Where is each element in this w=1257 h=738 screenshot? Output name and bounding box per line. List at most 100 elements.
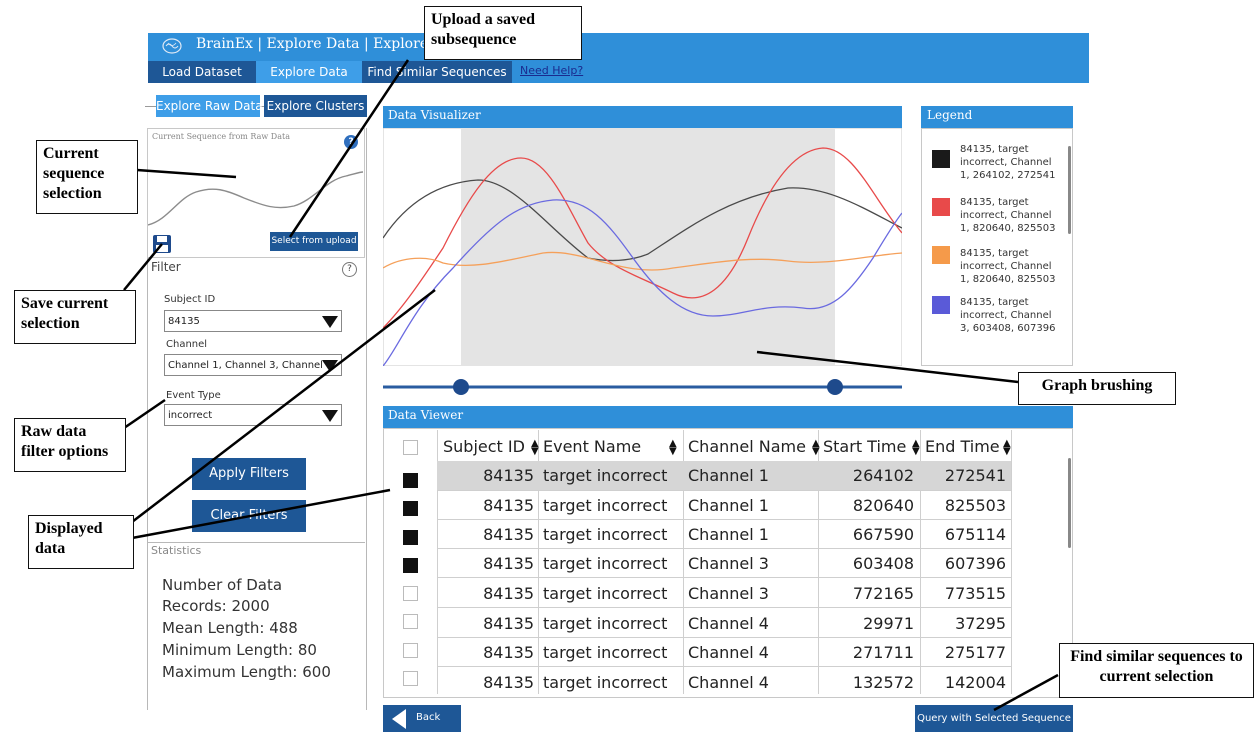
row-checkbox[interactable] <box>403 473 418 488</box>
nav-load-dataset[interactable]: Load Dataset <box>148 61 256 83</box>
legend-swatch <box>932 296 950 314</box>
sort-icon[interactable]: ▲ ▼ <box>912 439 920 457</box>
legend-item-text: 84135, target incorrect, Channel 1, 2641… <box>960 144 1056 181</box>
cell-start-time: 264102 <box>852 466 914 485</box>
row-divider <box>437 577 1011 578</box>
nav-find-similar[interactable]: Find Similar Sequences <box>362 61 512 83</box>
event-type-select[interactable]: incorrect <box>164 404 342 426</box>
cell-channel-name: Channel 3 <box>688 554 769 573</box>
brush-handle-left <box>453 379 469 395</box>
cell-event-name: target incorrect <box>543 554 668 573</box>
brush-selection-area <box>461 128 835 366</box>
row-checkbox[interactable] <box>403 586 418 601</box>
cell-end-time: 142004 <box>944 673 1006 692</box>
select-all-checkbox[interactable] <box>403 440 418 455</box>
row-checkbox[interactable] <box>403 614 418 629</box>
floppy-disk-icon[interactable] <box>152 234 172 254</box>
annotation-graph-brushing: Graph brushing <box>1018 372 1176 405</box>
cell-end-time: 275177 <box>944 643 1006 662</box>
channel-select[interactable]: Channel 1, Channel 3, Channel 4 <box>164 354 342 376</box>
app-title: BrainEx | Explore Data | Explore R <box>196 36 444 52</box>
cell-start-time: 271711 <box>852 643 914 662</box>
channel-label: Channel <box>166 339 208 350</box>
subject-id-select[interactable]: 84135 <box>164 310 342 332</box>
cell-channel-name: Channel 1 <box>688 496 769 515</box>
stat-line: Mean Length: 488 <box>162 619 298 637</box>
sequence-help-icon[interactable]: ? <box>344 135 358 149</box>
sort-icon[interactable]: ▲ ▼ <box>1003 439 1011 457</box>
brush-handle-right <box>827 379 843 395</box>
legend-item-text: 84135, target incorrect, Channel 1, 8206… <box>960 248 1056 285</box>
stat-line: Records: 2000 <box>162 597 270 615</box>
column-header-event-name[interactable]: Event Name <box>543 437 641 456</box>
cell-end-time: 825503 <box>944 496 1006 515</box>
subject-id-label: Subject ID <box>164 294 216 305</box>
legend-swatch <box>932 150 950 168</box>
row-divider <box>437 490 1011 491</box>
cell-end-time: 607396 <box>944 554 1006 573</box>
cell-subject-id: 84135 <box>483 643 534 662</box>
cell-start-time: 29971 <box>863 614 914 633</box>
stats-divider <box>147 542 365 543</box>
row-divider <box>437 607 1011 608</box>
column-header-end-time[interactable]: End Time <box>925 437 1000 456</box>
cell-channel-name: Channel 4 <box>688 614 769 633</box>
visualizer-title: Data Visualizer <box>388 108 481 122</box>
stat-line: Maximum Length: 600 <box>162 663 331 681</box>
data-viewer-header <box>383 406 1073 428</box>
tab-explore-clusters[interactable]: Explore Clusters <box>264 95 367 117</box>
stat-line: Number of Data <box>162 576 283 594</box>
sort-icon[interactable]: ▲ ▼ <box>531 439 539 457</box>
statistics-title: Statistics <box>151 544 202 557</box>
query-selected-sequence-button[interactable]: Query with Selected Sequence <box>915 705 1073 732</box>
cell-end-time: 773515 <box>944 584 1006 603</box>
annotation-upload: Upload a saved subsequence <box>424 6 582 60</box>
select-from-upload-button[interactable]: Select from upload <box>270 232 358 251</box>
cell-subject-id: 84135 <box>483 614 534 633</box>
cell-start-time: 603408 <box>852 554 914 573</box>
sort-icon[interactable]: ▲ ▼ <box>812 439 820 457</box>
annotation-save-selection: Save current selection <box>14 290 136 344</box>
column-header-subject-id[interactable]: Subject ID <box>443 437 525 456</box>
row-checkbox[interactable] <box>403 671 418 686</box>
row-divider <box>437 519 1011 520</box>
column-header-start-time[interactable]: Start Time <box>823 437 906 456</box>
legend-swatch <box>932 246 950 264</box>
tab-explore-raw-data[interactable]: Explore Raw Data <box>156 95 263 117</box>
row-checkbox[interactable] <box>403 558 418 573</box>
cell-subject-id: 84135 <box>483 496 534 515</box>
nav-explore-data[interactable]: Explore Data <box>256 61 362 83</box>
annotation-find-similar: Find similar sequences to current select… <box>1059 643 1254 698</box>
cell-channel-name: Channel 1 <box>688 525 769 544</box>
back-arrow-icon <box>392 709 406 729</box>
column-header-channel-name[interactable]: Channel Name <box>688 437 806 456</box>
apply-filters-button[interactable]: Apply Filters <box>192 458 306 490</box>
cell-subject-id: 84135 <box>483 554 534 573</box>
cell-event-name: target incorrect <box>543 643 668 662</box>
filter-title: Filter <box>151 260 181 274</box>
cell-event-name: target incorrect <box>543 525 668 544</box>
cell-channel-name: Channel 4 <box>688 643 769 662</box>
legend-scrollbar[interactable] <box>1068 146 1071 234</box>
cell-event-name: target incorrect <box>543 496 668 515</box>
table-scrollbar[interactable] <box>1068 458 1071 548</box>
stat-line: Minimum Length: 80 <box>162 641 317 659</box>
back-button-label: Back <box>416 712 441 723</box>
annotation-current-selection: Current sequence selection <box>36 140 138 214</box>
cell-end-time: 37295 <box>955 614 1006 633</box>
cell-subject-id: 84135 <box>483 673 534 692</box>
cell-channel-name: Channel 3 <box>688 584 769 603</box>
row-checkbox[interactable] <box>403 501 418 516</box>
cell-subject-id: 84135 <box>483 525 534 544</box>
filter-help-icon[interactable]: ? <box>342 262 357 277</box>
data-visualizer-plot[interactable] <box>383 128 902 366</box>
row-checkbox[interactable] <box>403 643 418 658</box>
row-checkbox[interactable] <box>403 530 418 545</box>
need-help-link[interactable]: Need Help? <box>520 61 583 83</box>
clear-filters-button[interactable]: Clear Filters <box>192 500 306 532</box>
cell-start-time: 132572 <box>852 673 914 692</box>
legend-swatch <box>932 198 950 216</box>
brush-slider[interactable] <box>383 376 908 398</box>
row-divider <box>437 548 1011 549</box>
sort-icon[interactable]: ▲ ▼ <box>669 439 677 457</box>
